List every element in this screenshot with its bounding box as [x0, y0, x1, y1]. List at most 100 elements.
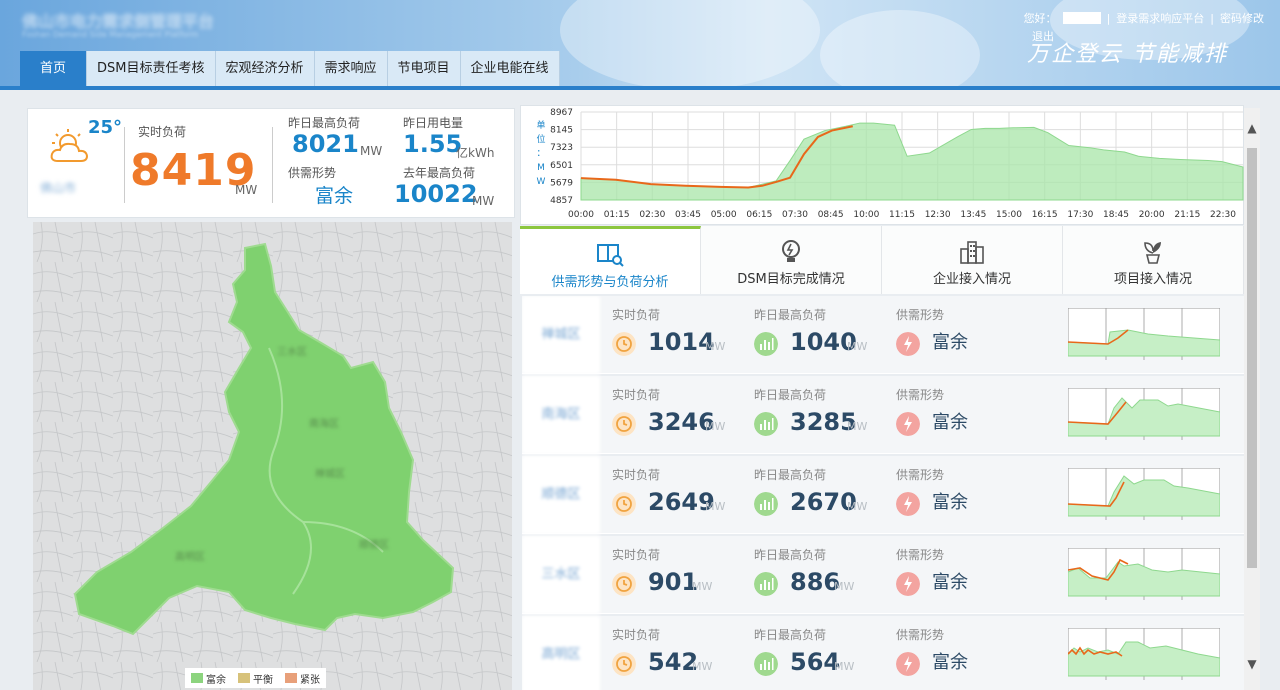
y-tick-label: 4857	[550, 196, 573, 206]
list-item[interactable]: 三水区 实时负荷 901 MW 昨日最高负荷 886 MW 供需形势 富余	[522, 536, 1244, 614]
header-divider	[0, 86, 1280, 90]
x-tick-label: 03:45	[675, 210, 701, 220]
district-sparkline	[1068, 628, 1220, 680]
nav-tab-demand-response[interactable]: 需求响应	[314, 51, 388, 86]
supply-demand-label: 供需形势	[896, 308, 945, 322]
divider	[124, 127, 125, 203]
realtime-load-label: 实时负荷	[612, 548, 661, 562]
list-item[interactable]: 高明区 实时负荷 542 MW 昨日最高负荷 564 MW 供需形势 富余	[522, 616, 1244, 690]
nav-tab-saving-projects[interactable]: 节电项目	[387, 51, 461, 86]
district-map[interactable]: 三水区 南海区 禅城区 高明区 顺德区 富余 平衡 紧张	[33, 222, 512, 690]
load-unit: MW	[692, 580, 713, 593]
realtime-load-label: 实时负荷	[138, 125, 187, 139]
tab-supply-demand-analysis[interactable]: 供需形势与负荷分析	[520, 226, 701, 294]
app-header: 佛山市电力需求侧管理平台 Foshan Demand Side Manageme…	[0, 0, 1280, 90]
list-item[interactable]: 顺德区 实时负荷 2649 MW 昨日最高负荷 2670 MW 供需形势 富余	[522, 456, 1244, 534]
analysis-tabs: 供需形势与负荷分析 DSM目标完成情况 企业接入情况 项目接入情况	[520, 226, 1244, 294]
scrollbar-thumb[interactable]	[1247, 148, 1257, 568]
tab-enterprise-access[interactable]: 企业接入情况	[882, 226, 1063, 294]
slogan: 万企登云 节能减排	[1027, 42, 1228, 67]
x-tick-label: 02:30	[639, 210, 665, 220]
supply-demand-value: 富余	[932, 332, 968, 353]
nav-tab-macro-economy[interactable]: 宏观经济分析	[215, 51, 315, 86]
district-label: 顺德区	[359, 538, 389, 551]
y-axis-label: 单	[536, 119, 545, 131]
supply-demand-label: 供需形势	[896, 388, 945, 402]
y-tick-label: 8967	[550, 108, 573, 118]
district-sparkline	[1068, 548, 1220, 600]
bar-chart-icon	[754, 652, 778, 676]
yesterday-max-label: 昨日最高负荷	[754, 468, 827, 482]
supply-demand-label: 供需形势	[896, 468, 945, 482]
load-summary-panel: 25° 佛山市 实时负荷 8419 MW 昨日最高负荷 8021 MW 昨日用电…	[27, 108, 515, 218]
load-unit: MW	[705, 420, 726, 433]
y-tick-label: 7323	[550, 143, 573, 153]
lightbulb-icon	[782, 240, 800, 262]
supply-demand-label: 供需形势	[896, 548, 945, 562]
supply-demand-label: 供需形势	[896, 628, 945, 642]
tab-dsm-completion[interactable]: DSM目标完成情况	[701, 226, 882, 294]
x-tick-label: 13:45	[960, 210, 986, 220]
district-label: 三水区	[277, 346, 307, 358]
login-demand-response-link[interactable]: 登录需求响应平台	[1116, 10, 1204, 26]
load-unit: MW	[692, 660, 713, 673]
lastyear-max-load-label: 去年最高负荷	[403, 166, 476, 180]
lastyear-max-load-value: 10022	[394, 180, 478, 208]
x-tick-label: 11:15	[889, 210, 915, 220]
bar-chart-icon	[754, 492, 778, 516]
scroll-down-icon[interactable]: ▼	[1246, 658, 1258, 670]
yesterday-max-load-label: 昨日最高负荷	[288, 116, 361, 130]
district-name: 高明区	[522, 616, 600, 690]
load-unit: MW	[705, 340, 726, 353]
x-tick-label: 08:45	[818, 210, 844, 220]
nav-tab-dsm-assessment[interactable]: DSM目标责任考核	[87, 51, 216, 86]
nav-tab-enterprise-online[interactable]: 企业电能在线	[460, 51, 560, 86]
yesterday-energy-unit: 亿kWh	[456, 146, 495, 160]
plant-pot-icon	[1144, 242, 1161, 264]
supply-demand-value: 富余	[932, 652, 968, 673]
change-password-link[interactable]: 密码修改	[1220, 10, 1264, 26]
x-tick-label: 07:30	[782, 210, 808, 220]
main-nav: 首页 DSM目标责任考核 宏观经济分析 需求响应 节电项目 企业电能在线	[20, 51, 560, 86]
nav-tab-home[interactable]: 首页	[20, 51, 88, 86]
x-tick-label: 01:15	[604, 210, 630, 220]
list-item[interactable]: 禅城区 实时负荷 1014 MW 昨日最高负荷 1040 MW 供需形势 富余	[522, 296, 1244, 374]
realtime-load-label: 实时负荷	[612, 388, 661, 402]
yesterday-max-label: 昨日最高负荷	[754, 548, 827, 562]
x-tick-label: 12:30	[925, 210, 951, 220]
x-tick-label: 17:30	[1067, 210, 1093, 220]
yesterday-max-label: 昨日最高负荷	[754, 628, 827, 642]
list-item[interactable]: 南海区 实时负荷 3246 MW 昨日最高负荷 3285 MW 供需形势 富余	[522, 376, 1244, 454]
scroll-up-icon[interactable]: ▲	[1246, 122, 1258, 134]
load-unit: MW	[834, 580, 855, 593]
link-separator: |	[1106, 11, 1111, 25]
app-logo-subtitle: Foshan Demand Side Management Platform	[22, 30, 199, 39]
x-tick-label: 16:15	[1032, 210, 1058, 220]
legend-item-tight: 紧张	[285, 671, 320, 686]
temperature: 25°	[88, 117, 123, 138]
yesterday-max-label: 昨日最高负荷	[754, 308, 827, 322]
district-label: 高明区	[175, 550, 205, 563]
district-sparkline	[1068, 468, 1220, 520]
realtime-load-label: 实时负荷	[612, 468, 661, 482]
page-scrollbar[interactable]: ▲ ▼	[1244, 108, 1260, 690]
supply-demand-value: 富余	[932, 492, 968, 513]
tab-label: 企业接入情况	[932, 272, 1011, 287]
supply-demand-value: 富余	[932, 572, 968, 593]
yesterday-max-label: 昨日最高负荷	[754, 388, 827, 402]
x-tick-label: 00:00	[568, 210, 594, 220]
legend-swatch	[191, 673, 203, 683]
realtime-load-label: 实时负荷	[612, 308, 661, 322]
x-tick-label: 22:30	[1210, 210, 1236, 220]
x-tick-label: 06:15	[746, 210, 772, 220]
clock-icon	[612, 332, 636, 356]
district-list: 禅城区 实时负荷 1014 MW 昨日最高负荷 1040 MW 供需形势 富余 …	[522, 296, 1244, 690]
district-name: 禅城区	[522, 296, 600, 374]
lastyear-max-load-unit: MW	[472, 194, 495, 208]
supply-demand-value: 富余	[315, 185, 354, 207]
yesterday-max-load-unit: MW	[360, 144, 383, 158]
realtime-load-value: 542	[648, 648, 699, 676]
realtime-load-unit: MW	[235, 183, 258, 197]
tab-project-access[interactable]: 项目接入情况	[1063, 226, 1244, 294]
legend-swatch	[238, 673, 250, 683]
